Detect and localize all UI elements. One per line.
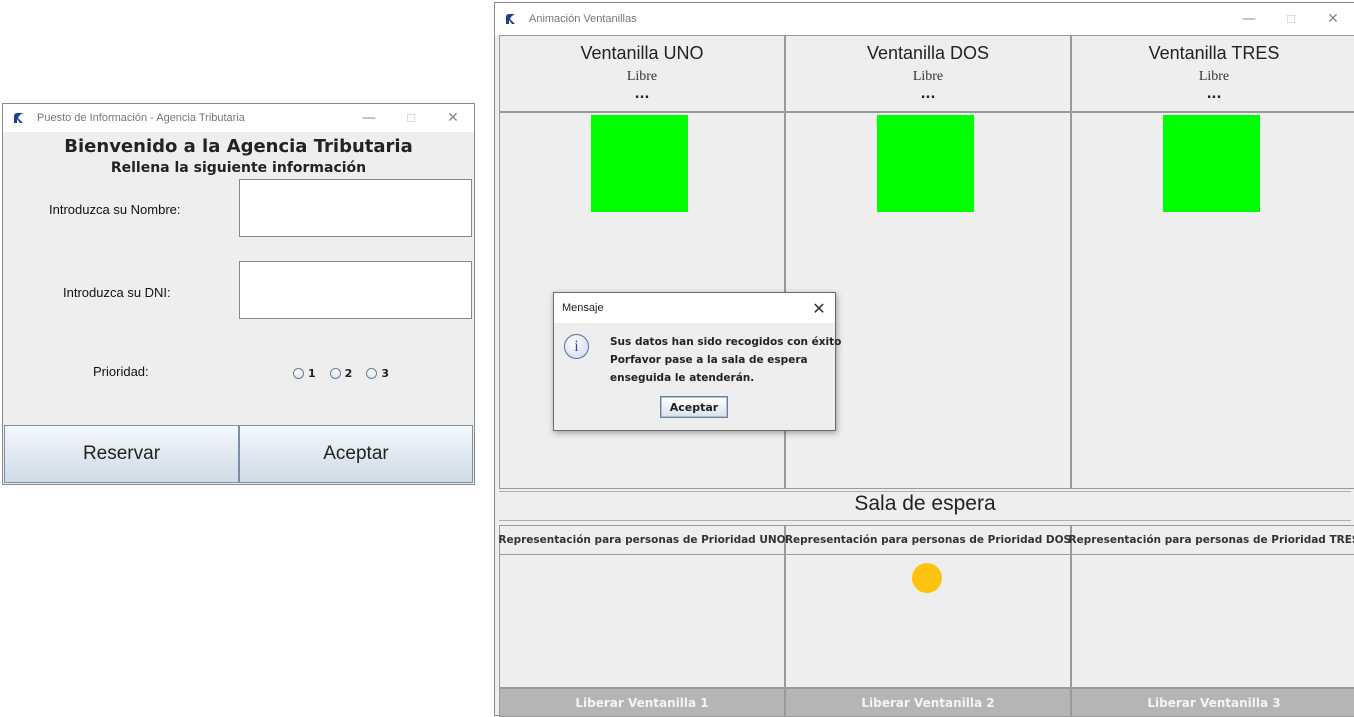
ventanilla-header-1: Ventanilla UNO Libre ... (499, 35, 785, 113)
ventanilla-detail: ... (1206, 87, 1222, 102)
ventanilla-header-3: Ventanilla TRES Libre ... (1071, 35, 1354, 113)
name-label: Introduzca su Nombre: (49, 202, 181, 217)
dni-label: Introduzca su DNI: (63, 285, 171, 300)
close-button[interactable]: ✕ (432, 110, 474, 126)
maximize-button[interactable]: ☐ (1270, 13, 1312, 26)
release-ventanilla-1-button[interactable]: Liberar Ventanilla 1 (499, 688, 785, 717)
ventanilla-header-2: Ventanilla DOS Libre ... (785, 35, 1071, 113)
name-input[interactable] (239, 179, 472, 237)
dialog-title: Mensaje (562, 302, 604, 314)
dialog-message-line-3: enseguida le atenderán. (610, 372, 755, 384)
dialog-titlebar[interactable]: Mensaje ✕ (554, 293, 835, 323)
priority-header-dos: Representación para personas de Priorida… (785, 525, 1071, 555)
release-ventanilla-3-button[interactable]: Liberar Ventanilla 3 (1071, 688, 1354, 717)
ventanilla-title: Ventanilla DOS (866, 43, 990, 63)
ventanilla-status: Libre (626, 69, 658, 84)
priority-area-tres (1071, 555, 1354, 688)
close-button[interactable]: ✕ (1312, 11, 1354, 27)
release-ventanilla-2-button[interactable]: Liberar Ventanilla 2 (785, 688, 1071, 717)
ventanilla-free-indicator (1163, 115, 1260, 212)
ventanilla-area-3 (1071, 113, 1354, 489)
animation-window-titlebar[interactable]: Animación Ventanillas — ☐ ✕ (495, 3, 1354, 35)
minimize-button[interactable]: — (348, 110, 390, 126)
radio-circle-icon (366, 368, 378, 379)
priority-radio-3[interactable]: 3 (366, 367, 389, 380)
info-window-title: Puesto de Información - Agencia Tributar… (37, 112, 245, 124)
priority-radio-1[interactable]: 1 (293, 367, 316, 380)
ventanilla-detail: ... (634, 87, 650, 102)
ventanilla-title: Ventanilla UNO (580, 43, 704, 63)
welcome-heading: Bienvenido a la Agencia Tributaria (64, 136, 413, 157)
ventanilla-free-indicator (877, 115, 974, 212)
ventanilla-status: Libre (912, 69, 944, 84)
info-window: Puesto de Información - Agencia Tributar… (2, 103, 475, 485)
dialog-ok-button[interactable]: Aceptar (660, 396, 728, 418)
dialog-message-line-1: Sus datos han sido recogidos con éxito (610, 336, 842, 348)
priority-radio-group: 1 2 3 (293, 367, 389, 380)
priority-header-uno: Representación para personas de Priorida… (498, 525, 786, 555)
minimize-button[interactable]: — (1228, 11, 1270, 27)
ventanilla-status: Libre (1198, 69, 1230, 84)
dni-input[interactable] (239, 261, 472, 319)
maximize-button[interactable]: ☐ (390, 112, 432, 125)
radio-circle-icon (329, 368, 341, 379)
priority-header-tres: Representación para personas de Priorida… (1069, 525, 1354, 555)
info-icon: i (564, 334, 589, 359)
ventanilla-free-indicator (591, 115, 688, 212)
priority-label: Prioridad: (93, 364, 149, 379)
message-dialog: Mensaje ✕ i Sus datos han sido recogidos… (553, 292, 841, 431)
priority-radio-2[interactable]: 2 (329, 367, 352, 380)
reserve-button[interactable]: Reservar (4, 425, 239, 483)
dialog-message-line-2: Porfavor pase a la sala de espera (610, 354, 808, 366)
accept-button[interactable]: Aceptar (239, 425, 473, 483)
priority-area-dos (785, 555, 1071, 688)
radio-circle-icon (293, 368, 304, 379)
animation-window-title: Animación Ventanillas (529, 13, 637, 25)
dialog-close-button[interactable]: ✕ (803, 299, 835, 318)
ventanilla-title: Ventanilla TRES (1148, 43, 1280, 63)
form-subheading: Rellena la siguiente información (110, 160, 367, 176)
java-app-icon (14, 113, 23, 123)
waiting-person-dot (912, 563, 942, 593)
java-app-icon (506, 14, 515, 24)
waiting-room-title: Sala de espera (499, 491, 1351, 521)
ventanilla-detail: ... (920, 87, 936, 102)
info-window-titlebar[interactable]: Puesto de Información - Agencia Tributar… (3, 104, 474, 132)
priority-area-uno (499, 555, 785, 688)
